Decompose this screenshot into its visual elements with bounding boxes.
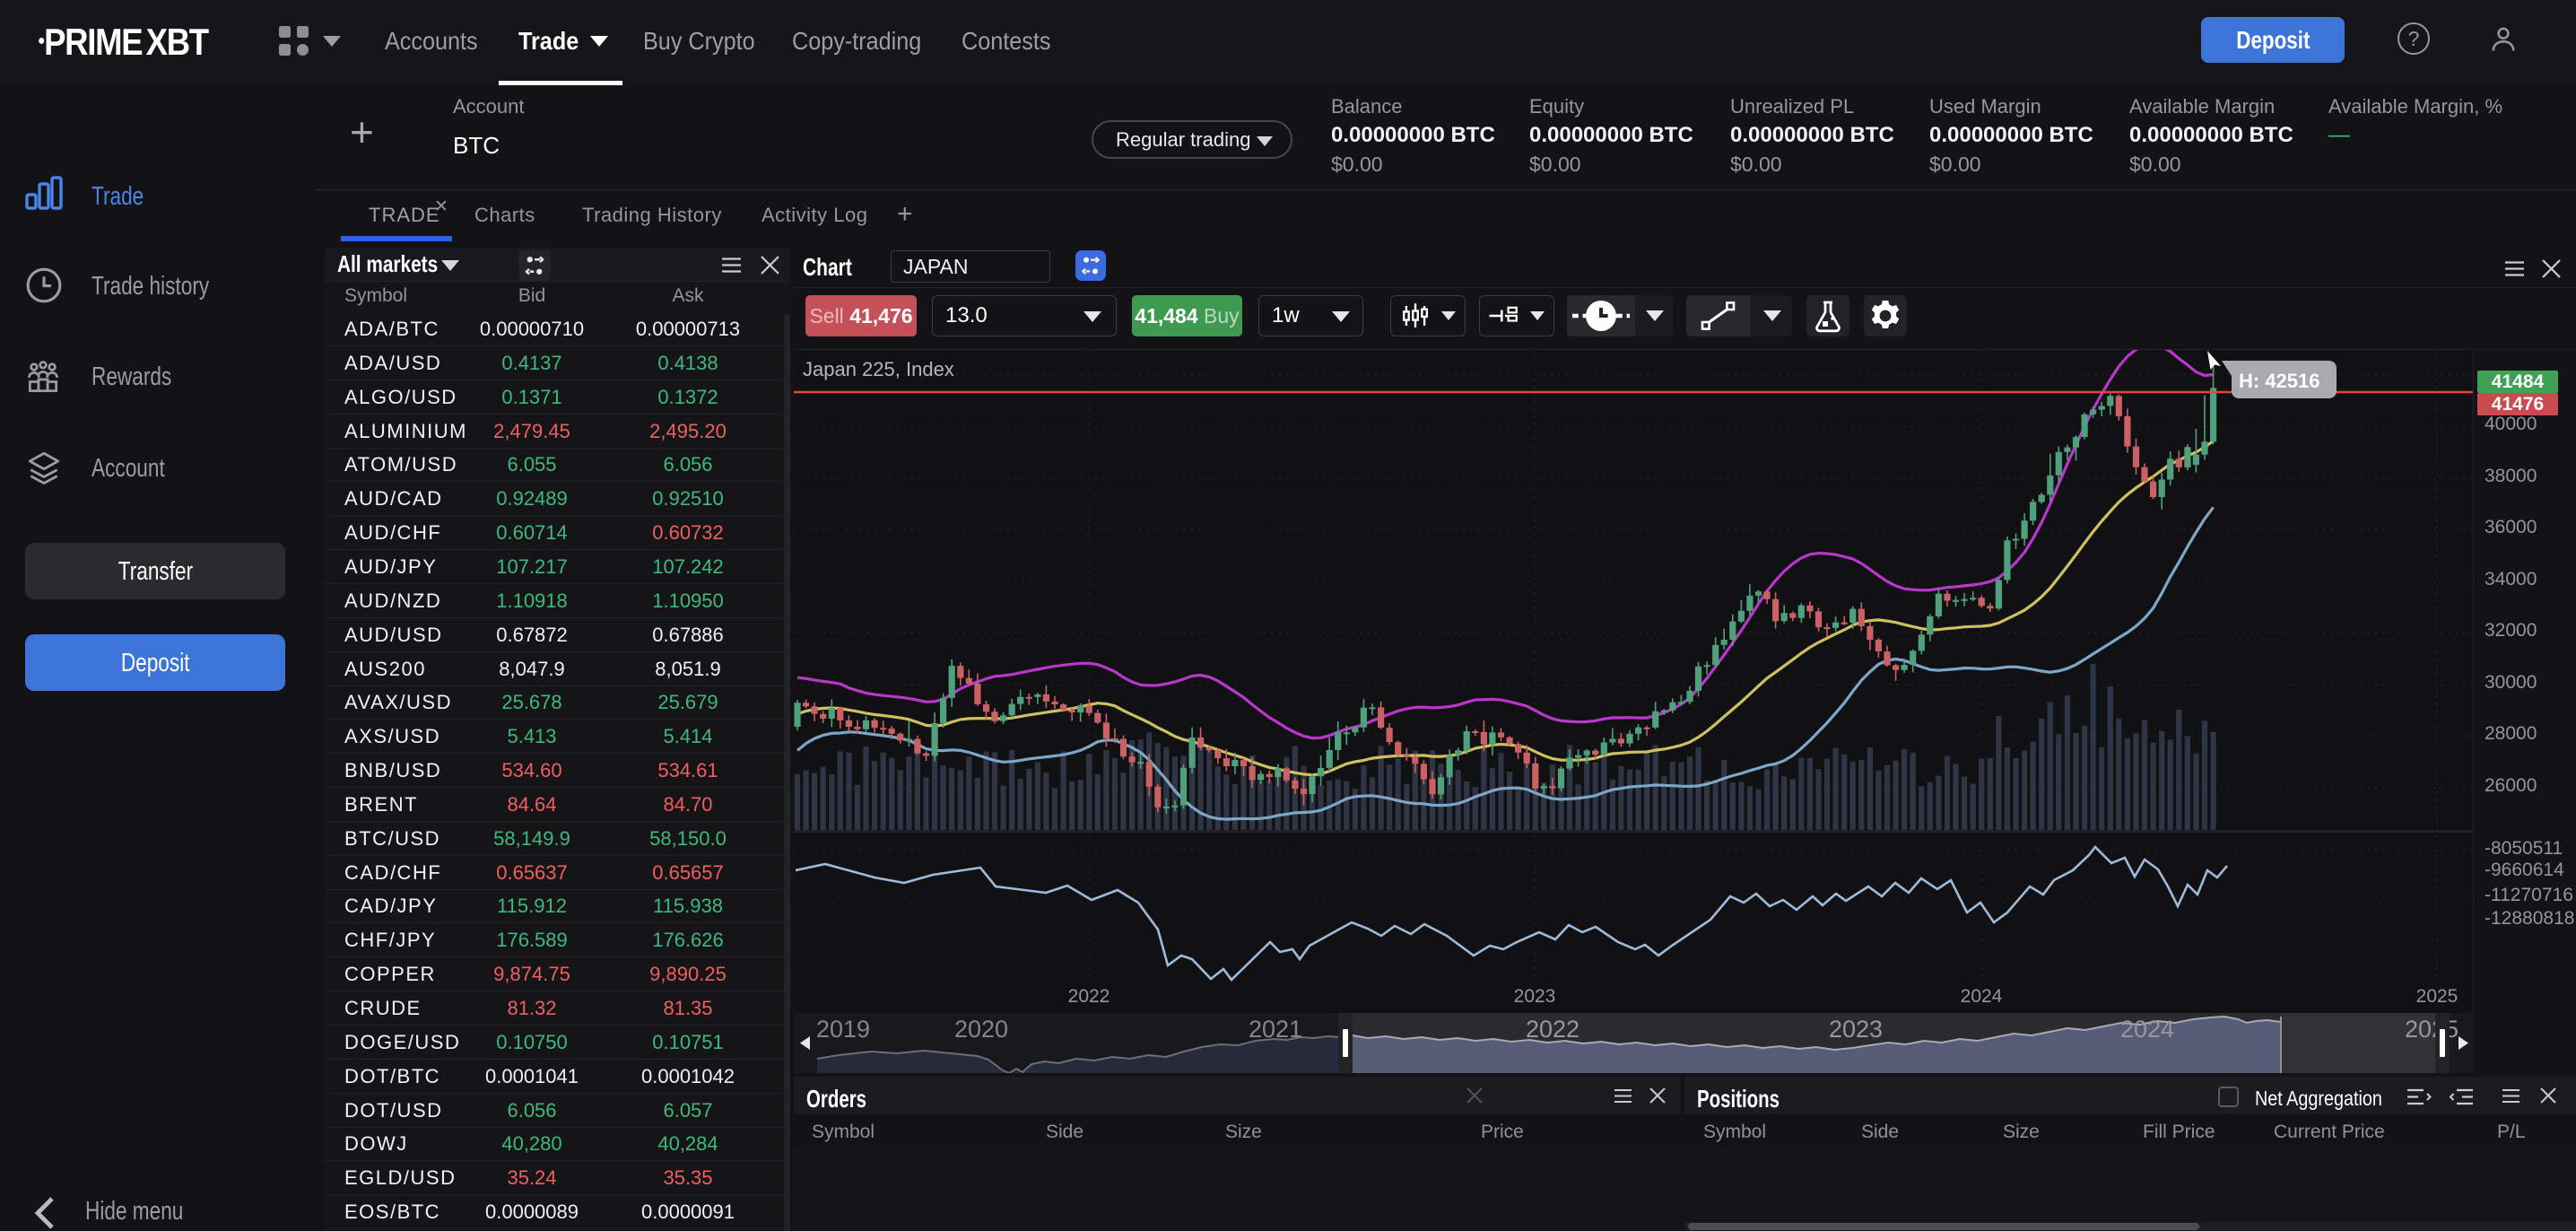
- svg-text:2020: 2020: [954, 1016, 1008, 1043]
- svg-text:2019: 2019: [816, 1016, 870, 1043]
- svg-text:2023: 2023: [1829, 1016, 1883, 1043]
- svg-text:2022: 2022: [1526, 1016, 1580, 1043]
- svg-text:2021: 2021: [1249, 1016, 1302, 1043]
- svg-text:2025: 2025: [2416, 986, 2459, 1007]
- svg-text:2022: 2022: [1068, 986, 1110, 1007]
- svg-text:2024: 2024: [1961, 986, 2003, 1007]
- svg-text:2025: 2025: [2405, 1016, 2459, 1043]
- svg-text:2024: 2024: [2120, 1016, 2174, 1043]
- svg-text:2023: 2023: [1514, 986, 1556, 1007]
- svg-text:H: 42516: H: 42516: [2239, 370, 2320, 392]
